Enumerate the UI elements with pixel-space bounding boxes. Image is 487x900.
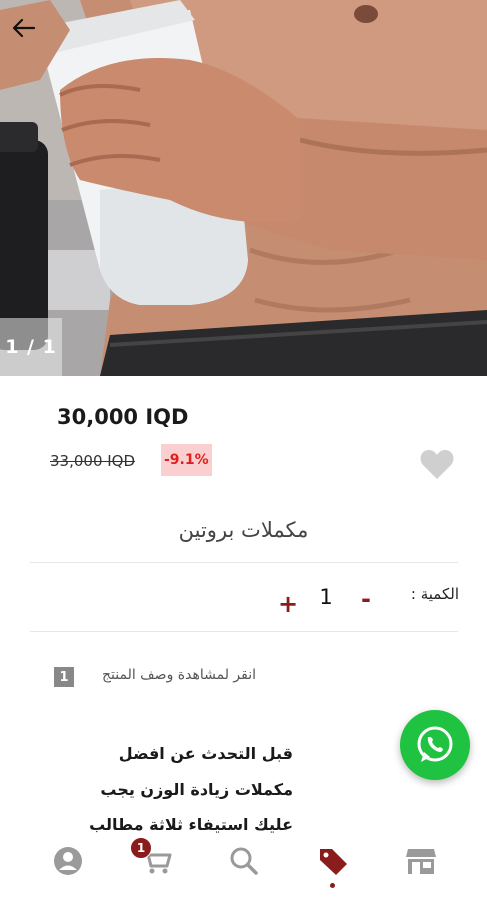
description-line: قبل التحدث عن افضل — [118, 744, 293, 763]
image-counter: 1 / 1 — [0, 318, 62, 376]
description-badge: 1 — [54, 667, 74, 687]
discount-badge: -9.1% — [161, 444, 212, 476]
nav-store[interactable] — [401, 841, 441, 881]
quantity-label: الكمية : — [410, 585, 459, 603]
favorite-button[interactable] — [419, 447, 455, 481]
bottom-nav — [0, 833, 487, 900]
divider — [30, 631, 458, 632]
nav-search[interactable] — [224, 841, 264, 881]
quantity-decrease-button[interactable]: - — [354, 584, 378, 614]
old-price: 33,000 IQD — [50, 452, 136, 470]
product-title: مكملات بروتين — [178, 518, 309, 542]
cart-count-badge: 1 — [130, 837, 152, 859]
store-icon — [406, 849, 436, 874]
heart-icon — [420, 450, 454, 479]
search-icon — [230, 847, 258, 875]
tag-icon — [320, 849, 347, 875]
quantity-increase-button[interactable]: + — [276, 589, 300, 619]
nav-offers[interactable] — [313, 841, 353, 881]
product-page: 1 / 1 30,000 IQD 33,000 IQD -9.1% مكملات… — [0, 0, 487, 900]
back-button[interactable] — [12, 18, 56, 54]
product-image[interactable]: 1 / 1 — [0, 0, 487, 376]
whatsapp-icon — [417, 726, 453, 762]
view-description-link[interactable]: انقر لمشاهدة وصف المنتج — [102, 667, 256, 683]
nav-profile[interactable] — [48, 841, 88, 881]
divider — [30, 562, 458, 563]
arrow-left-icon — [12, 18, 36, 38]
price: 30,000 IQD — [57, 405, 189, 429]
product-photo — [0, 0, 487, 376]
profile-icon — [54, 847, 82, 875]
description-line: عليك استيفاء ثلاثة مطالب — [89, 815, 293, 834]
description-line: مكملات زيادة الوزن يجب — [100, 780, 293, 799]
quantity-value: 1 — [319, 585, 333, 609]
whatsapp-button[interactable] — [400, 710, 470, 780]
active-nav-indicator — [330, 883, 335, 888]
